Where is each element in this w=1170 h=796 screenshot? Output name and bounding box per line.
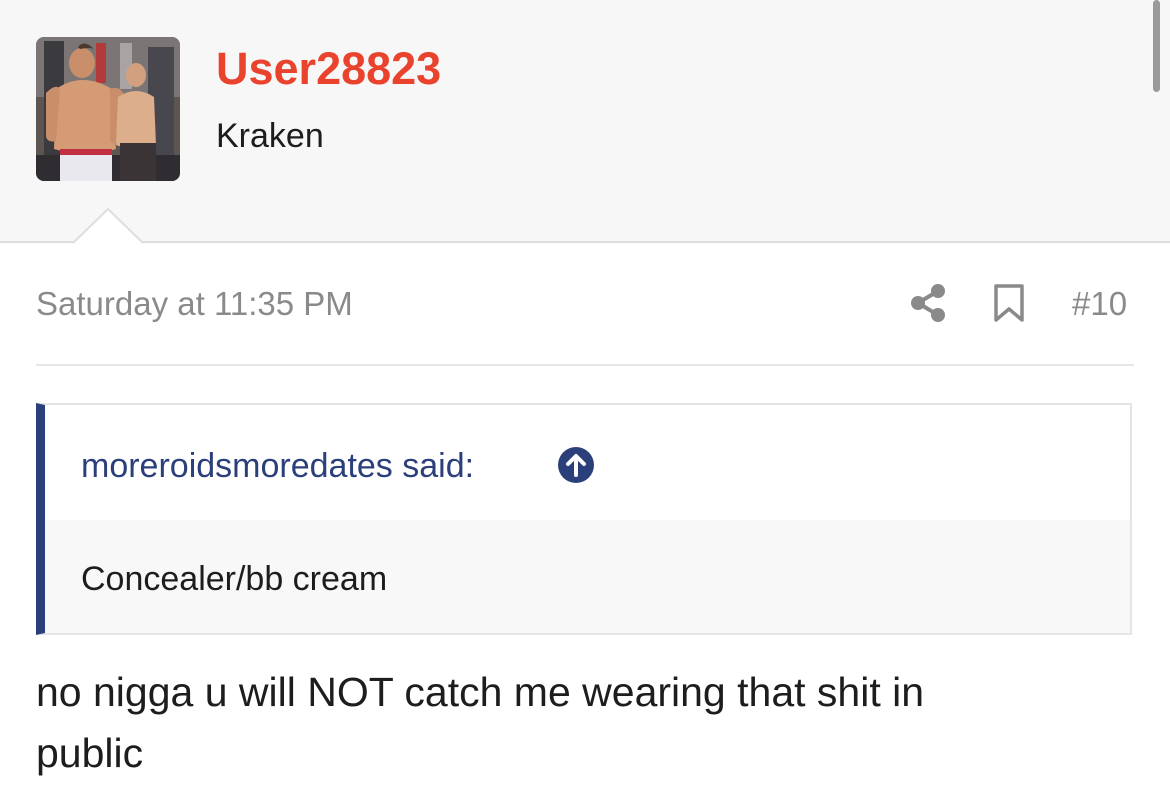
avatar-photo — [36, 37, 180, 181]
quote-header: moreroidsmoredates said: — [45, 405, 1130, 520]
arrow-up-circle-icon[interactable] — [557, 446, 595, 484]
divider — [36, 364, 1134, 366]
bookmark-icon[interactable] — [992, 284, 1026, 322]
post-date[interactable]: Saturday at 11:35 PM — [36, 283, 353, 325]
quote-text: Concealer/bb cream — [81, 560, 388, 598]
username[interactable]: User28823 — [216, 40, 441, 98]
message-body: no nigga u will NOT catch me wearing tha… — [36, 669, 925, 776]
quote-block: moreroidsmoredates said: Concealer/bb cr… — [36, 403, 1132, 635]
avatar[interactable] — [36, 37, 180, 181]
post-user-header: User28823 Kraken — [0, 0, 1170, 244]
forum-post: User28823 Kraken Saturday at 11:35 PM #1… — [0, 0, 1170, 796]
post-number-link[interactable]: #10 — [1072, 283, 1127, 325]
header-pointer-arrow — [73, 208, 143, 244]
user-title: Kraken — [216, 117, 324, 155]
quote-author[interactable]: moreroidsmoredates said: — [81, 444, 474, 488]
share-icon[interactable] — [908, 283, 948, 323]
scrollbar[interactable] — [1153, 0, 1160, 92]
